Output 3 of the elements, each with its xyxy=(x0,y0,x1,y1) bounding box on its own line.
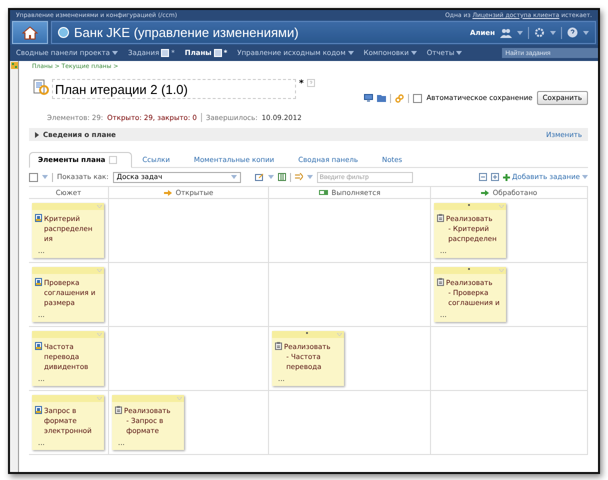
plan-title-field[interactable]: План итерации 2 (1.0) xyxy=(52,79,296,99)
project-title: Банк JKE (управление изменениями) xyxy=(74,25,299,40)
modified-mark: * xyxy=(299,79,304,89)
